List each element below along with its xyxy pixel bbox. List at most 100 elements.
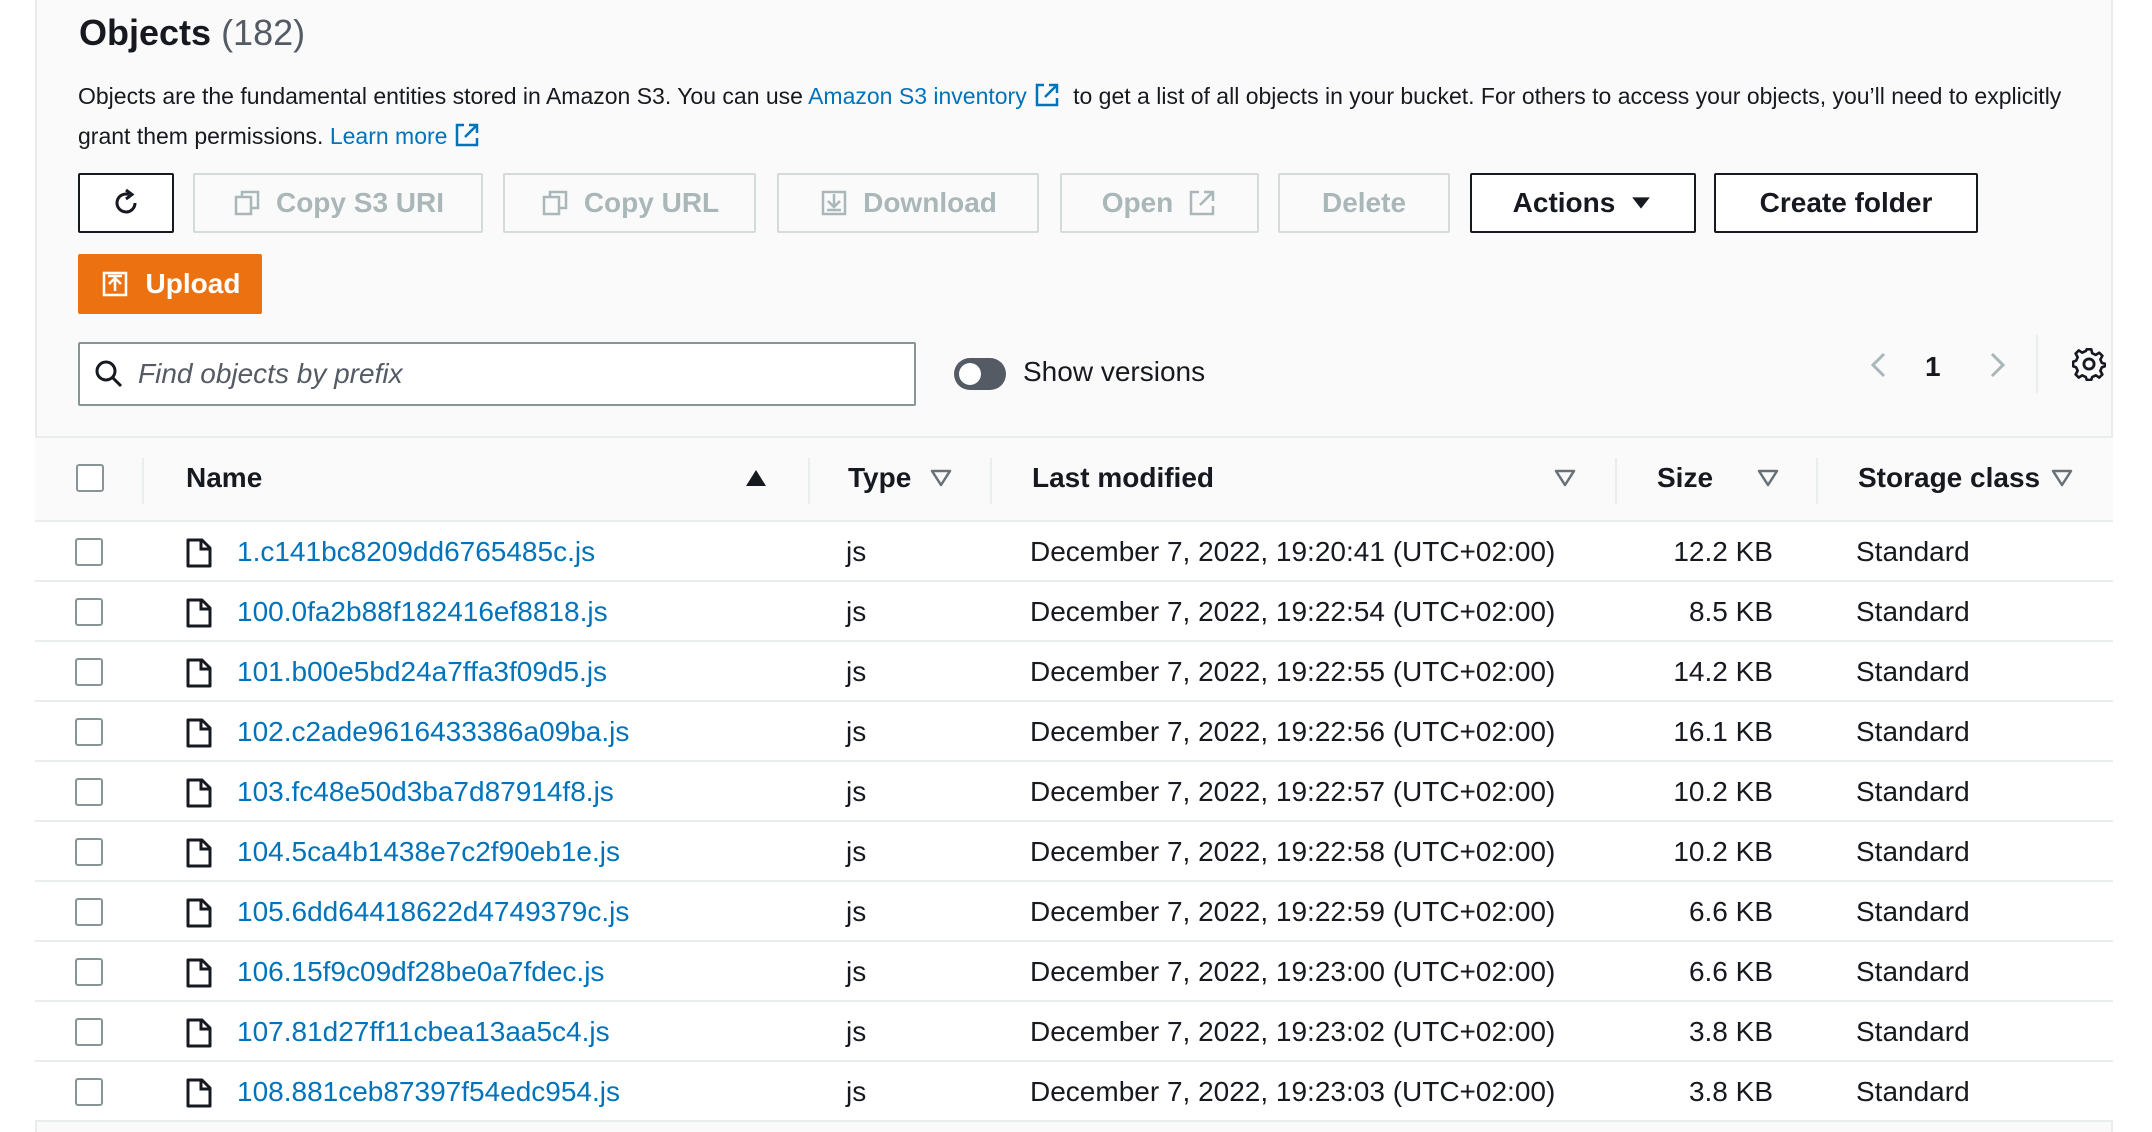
open-button[interactable]: Open <box>1060 173 1259 233</box>
search-box[interactable] <box>78 342 916 406</box>
objects-count: (182) <box>221 12 306 53</box>
object-storage-class: Standard <box>1856 656 1970 687</box>
table-row[interactable]: 107.81d27ff11cbea13aa5c4.js js December … <box>35 1002 2113 1062</box>
object-type: js <box>846 956 867 987</box>
sort-icon[interactable] <box>1756 466 1780 490</box>
object-last-modified: December 7, 2022, 19:22:54 (UTC+02:00) <box>1030 596 1556 627</box>
show-versions-toggle[interactable] <box>954 358 1006 390</box>
gear-icon <box>2072 347 2106 381</box>
file-icon <box>186 958 212 988</box>
row-checkbox[interactable] <box>75 958 103 986</box>
file-icon <box>186 778 212 808</box>
create-folder-button[interactable]: Create folder <box>1714 173 1978 233</box>
next-page-button[interactable] <box>1977 345 2017 385</box>
actions-label: Actions <box>1512 187 1616 218</box>
sort-icon[interactable] <box>929 466 953 490</box>
preferences-button[interactable] <box>2069 344 2109 384</box>
show-versions-label: Show versions <box>1023 356 1206 387</box>
column-header-storage-class[interactable]: Storage class <box>1858 462 2040 494</box>
sort-icon[interactable] <box>2050 466 2074 490</box>
object-name-link[interactable]: 101.b00e5bd24a7ffa3f09d5.js <box>237 656 607 688</box>
table-row[interactable]: 108.881ceb87397f54edc954.js js December … <box>35 1062 2113 1122</box>
object-name-link[interactable]: 107.81d27ff11cbea13aa5c4.js <box>237 1016 610 1048</box>
object-name-link[interactable]: 103.fc48e50d3ba7d87914f8.js <box>237 776 614 808</box>
object-size: 12.2 KB <box>1673 536 1773 567</box>
table-row[interactable]: 101.b00e5bd24a7ffa3f09d5.js js December … <box>35 642 2113 702</box>
object-size: 10.2 KB <box>1673 836 1773 867</box>
object-name-link[interactable]: 104.5ca4b1438e7c2f90eb1e.js <box>237 836 620 868</box>
download-button[interactable]: Download <box>777 173 1039 233</box>
object-type: js <box>846 536 867 567</box>
chevron-right-icon <box>1990 352 2006 378</box>
object-name-link[interactable]: 1.c141bc8209dd6765485c.js <box>237 536 595 568</box>
column-separator <box>1816 458 1818 504</box>
table-row[interactable]: 104.5ca4b1438e7c2f90eb1e.js js December … <box>35 822 2113 882</box>
search-input[interactable] <box>138 358 898 390</box>
object-size: 3.8 KB <box>1688 1016 1773 1047</box>
object-type: js <box>846 596 867 627</box>
row-checkbox[interactable] <box>75 898 103 926</box>
object-storage-class: Standard <box>1856 1076 1970 1107</box>
object-name-link[interactable]: 100.0fa2b88f182416ef8818.js <box>237 596 608 628</box>
table-row[interactable]: 102.c2ade9616433386a09ba.js js December … <box>35 702 2113 762</box>
file-icon <box>186 598 212 628</box>
table-row[interactable]: 1.c141bc8209dd6765485c.js js December 7,… <box>35 522 2113 582</box>
table-row[interactable]: 105.6dd64418622d4749379c.js js December … <box>35 882 2113 942</box>
object-storage-class: Standard <box>1856 896 1970 927</box>
sort-icon[interactable] <box>1553 466 1577 490</box>
column-separator <box>142 458 144 504</box>
object-name-link[interactable]: 102.c2ade9616433386a09ba.js <box>237 716 629 748</box>
table-body: 1.c141bc8209dd6765485c.js js December 7,… <box>35 522 2113 1122</box>
actions-dropdown[interactable]: Actions <box>1470 173 1696 233</box>
object-name-link[interactable]: 105.6dd64418622d4749379c.js <box>237 896 629 928</box>
column-header-size[interactable]: Size <box>1657 462 1713 494</box>
row-checkbox[interactable] <box>75 838 103 866</box>
column-header-type[interactable]: Type <box>848 462 911 494</box>
learn-more-link-text[interactable]: Learn more <box>330 123 448 149</box>
objects-title-text: Objects <box>79 12 212 53</box>
row-checkbox[interactable] <box>75 658 103 686</box>
delete-button[interactable]: Delete <box>1278 173 1450 233</box>
object-name-link[interactable]: 106.15f9c09df28be0a7fdec.js <box>237 956 604 988</box>
inventory-link-text[interactable]: Amazon S3 inventory <box>808 83 1027 109</box>
copy-url-button[interactable]: Copy URL <box>503 173 756 233</box>
sort-ascending-icon[interactable] <box>744 466 768 490</box>
object-last-modified: December 7, 2022, 19:20:41 (UTC+02:00) <box>1030 536 1556 567</box>
object-type: js <box>846 896 867 927</box>
select-all-checkbox[interactable] <box>76 464 104 492</box>
pager-divider <box>2036 335 2038 393</box>
previous-page-button[interactable] <box>1859 345 1899 385</box>
refresh-button[interactable] <box>78 173 174 233</box>
row-checkbox[interactable] <box>75 778 103 806</box>
column-header-name[interactable]: Name <box>186 462 262 494</box>
object-last-modified: December 7, 2022, 19:22:56 (UTC+02:00) <box>1030 716 1556 747</box>
file-icon <box>186 1018 212 1048</box>
row-checkbox[interactable] <box>75 718 103 746</box>
open-label: Open <box>1101 187 1174 218</box>
objects-title: Objects (182) <box>79 12 305 54</box>
file-icon <box>186 658 212 688</box>
object-size: 3.8 KB <box>1688 1076 1773 1107</box>
copy-s3-uri-button[interactable]: Copy S3 URI <box>193 173 483 233</box>
copy-url-label: Copy URL <box>583 187 720 218</box>
row-checkbox[interactable] <box>75 1018 103 1046</box>
column-separator <box>990 458 992 504</box>
object-name-link[interactable]: 108.881ceb87397f54edc954.js <box>237 1076 620 1108</box>
learn-more-link[interactable]: Learn more <box>330 123 488 149</box>
row-checkbox[interactable] <box>75 1078 103 1106</box>
delete-label: Delete <box>1321 187 1407 218</box>
row-checkbox[interactable] <box>75 598 103 626</box>
table-row[interactable]: 103.fc48e50d3ba7d87914f8.js js December … <box>35 762 2113 822</box>
upload-button[interactable]: Upload <box>78 254 262 314</box>
object-storage-class: Standard <box>1856 1016 1970 1047</box>
description-text-1: Objects are the fundamental entities sto… <box>78 83 803 109</box>
object-last-modified: December 7, 2022, 19:23:03 (UTC+02:00) <box>1030 1076 1556 1107</box>
object-type: js <box>846 836 867 867</box>
inventory-link[interactable]: Amazon S3 inventory <box>808 83 1067 109</box>
column-header-last-modified[interactable]: Last modified <box>1032 462 1214 494</box>
table-row[interactable]: 100.0fa2b88f182416ef8818.js js December … <box>35 582 2113 642</box>
row-checkbox[interactable] <box>75 538 103 566</box>
external-link-icon <box>1190 190 1215 216</box>
page-number[interactable]: 1 <box>1925 351 1941 383</box>
table-row[interactable]: 106.15f9c09df28be0a7fdec.js js December … <box>35 942 2113 1002</box>
